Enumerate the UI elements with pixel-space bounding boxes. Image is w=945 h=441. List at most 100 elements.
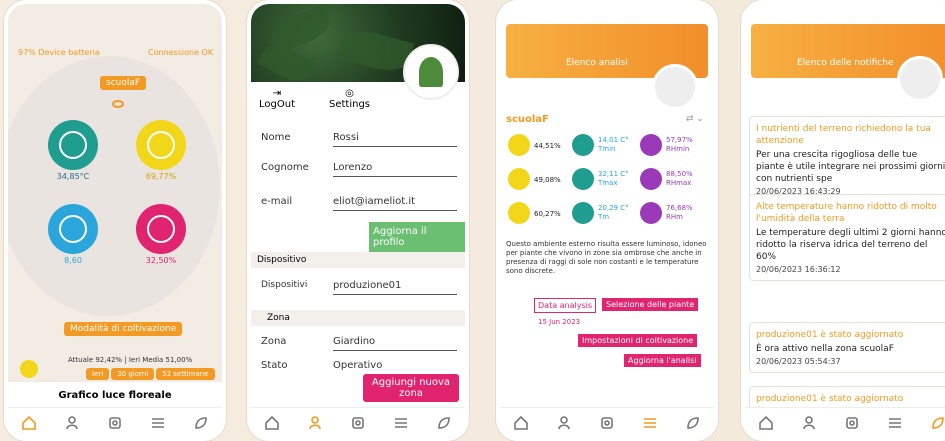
thermometer-icon bbox=[572, 134, 594, 156]
bottom-nav bbox=[745, 407, 945, 437]
thermometer-icon bbox=[59, 131, 87, 159]
menu-icon[interactable] bbox=[641, 414, 659, 432]
analysis-date: 15 Jun 2023 bbox=[538, 318, 581, 326]
leaf-nav-icon[interactable] bbox=[929, 414, 945, 432]
chart-title: Grafico luce floreale bbox=[58, 390, 172, 401]
range-30days[interactable]: 30 giorni bbox=[111, 368, 155, 380]
temperature-sensor[interactable] bbox=[48, 120, 98, 170]
leaf-nav-icon[interactable] bbox=[684, 414, 702, 432]
temp-value: 20,29 C° bbox=[598, 204, 629, 212]
state-label: Stato bbox=[261, 360, 288, 371]
drop-icon bbox=[640, 134, 662, 156]
user-icon[interactable] bbox=[306, 414, 324, 432]
device-select[interactable]: produzione01 bbox=[333, 280, 457, 295]
logout-icon: ⇥ bbox=[272, 88, 282, 99]
light-value: 44,51% bbox=[534, 142, 561, 150]
notification-body: È ora attivo nella zona scuolaF bbox=[756, 344, 894, 354]
light-value: 49,08% bbox=[534, 176, 561, 184]
notification-title: produzione01 è stato aggiornato bbox=[756, 330, 904, 340]
update-analysis-button[interactable]: Aggiorna l'analisi bbox=[624, 354, 701, 367]
zone-row: Zona Giardino bbox=[259, 336, 457, 356]
light-value: 60,27% bbox=[534, 210, 561, 218]
thermometer-icon bbox=[572, 168, 594, 190]
battery-status: 97% Device batteria bbox=[18, 48, 100, 57]
range-52weeks[interactable]: 52 settimane bbox=[156, 368, 215, 380]
menu-icon[interactable] bbox=[392, 414, 410, 432]
user-icon[interactable] bbox=[63, 414, 81, 432]
home-icon[interactable] bbox=[263, 414, 281, 432]
notification-card[interactable]: Alte temperature hanno ridotto di molto … bbox=[749, 194, 945, 281]
range-tabs: Ieri 30 giorni 52 settimane bbox=[86, 368, 215, 380]
analysis-screen: Elenco analisi scuolaF ⇄ ⌄ 44,51% 14,01 … bbox=[496, 0, 718, 441]
plant-avatar bbox=[403, 44, 459, 100]
devices-label: Dispositivi bbox=[261, 280, 308, 290]
data-analysis-button[interactable]: Data analysis bbox=[534, 298, 597, 313]
settings-button[interactable]: ◎ Settings bbox=[329, 88, 370, 110]
analysis-title: Elenco analisi bbox=[566, 58, 628, 68]
state-value: Operativo bbox=[333, 360, 383, 371]
dashboard-ring bbox=[8, 56, 220, 316]
water-sensor[interactable] bbox=[136, 204, 186, 254]
user-icon[interactable] bbox=[555, 414, 573, 432]
rh-label: RHmin bbox=[666, 145, 690, 153]
analysis-description: Questo ambiente esterno risulta essere l… bbox=[506, 240, 707, 275]
drop-icon bbox=[640, 168, 662, 190]
profile-screen: ⇥ LogOut ◎ Settings Nome Rossi Cognome Loren… bbox=[247, 0, 469, 441]
logout-button[interactable]: ⇥ LogOut bbox=[259, 88, 295, 110]
mode-button[interactable]: Modalità di coltivazione bbox=[64, 322, 183, 336]
home-icon[interactable] bbox=[512, 414, 530, 432]
surname-field[interactable]: Lorenzo bbox=[333, 162, 457, 177]
humidity-sensor[interactable] bbox=[136, 120, 186, 170]
light-icon bbox=[508, 202, 530, 224]
notifications-screen: Elenco delle notifiche I nutrienti del t… bbox=[741, 0, 945, 441]
notifications-title: Elenco delle notifiche bbox=[797, 58, 894, 68]
ph-icon bbox=[59, 215, 87, 243]
name-field[interactable]: Rossi bbox=[333, 132, 457, 147]
rh-value: 57,97% bbox=[666, 136, 693, 144]
drop-icon bbox=[147, 215, 175, 243]
device-icon[interactable] bbox=[598, 414, 616, 432]
header-circle bbox=[897, 56, 943, 102]
app-collage: 97% Device batteria Connessione OK scuol… bbox=[0, 0, 945, 441]
notification-card[interactable]: I nutrienti del terreno richiedono la tu… bbox=[749, 116, 945, 203]
menu-icon[interactable] bbox=[149, 414, 167, 432]
rh-label: RHm bbox=[666, 213, 683, 221]
device-icon[interactable] bbox=[349, 414, 367, 432]
plant-selection-button[interactable]: Selezione delle piante bbox=[602, 298, 699, 311]
thermometer-icon bbox=[572, 202, 594, 224]
notification-title: I nutrienti del terreno richiedono la tu… bbox=[756, 124, 931, 146]
user-icon[interactable] bbox=[800, 414, 818, 432]
home-icon[interactable] bbox=[20, 414, 38, 432]
device-icon[interactable] bbox=[843, 414, 861, 432]
surname-label: Cognome bbox=[261, 162, 309, 173]
zone-select[interactable]: Giardino bbox=[333, 336, 457, 351]
notification-body: Per una crescita rigogliosa delle tue pi… bbox=[756, 150, 945, 184]
leaf-nav-icon[interactable] bbox=[192, 414, 210, 432]
email-label: e-mail bbox=[261, 196, 293, 207]
home-icon[interactable] bbox=[757, 414, 775, 432]
notification-date: 20/06/2023 16:36:12 bbox=[756, 265, 841, 274]
cultivation-settings-button[interactable]: Impostazioni di coltivazione bbox=[578, 334, 698, 347]
device-icon[interactable] bbox=[106, 414, 124, 432]
gear-icon: ◎ bbox=[345, 88, 354, 99]
temperature-value: 34,85°C bbox=[56, 172, 90, 181]
leaf-nav-icon[interactable] bbox=[435, 414, 453, 432]
ph-value: 8,60 bbox=[64, 256, 82, 265]
bottom-nav bbox=[500, 407, 714, 437]
bottom-nav bbox=[251, 407, 465, 437]
notification-date: 20/06/2023 05:54:37 bbox=[756, 357, 841, 366]
temp-value: 14,01 C° bbox=[598, 136, 629, 144]
notification-card[interactable]: produzione01 è stato aggiornato È ora at… bbox=[749, 322, 945, 373]
email-field[interactable]: eliot@iameliot.it bbox=[333, 196, 457, 211]
range-yesterday[interactable]: Ieri bbox=[86, 368, 110, 380]
rh-label: RHmax bbox=[666, 179, 692, 187]
zone-section: Zona bbox=[251, 310, 465, 326]
eye-icon[interactable] bbox=[112, 100, 124, 108]
add-zone-button[interactable]: Aggiungi nuova zona bbox=[363, 374, 459, 402]
zone-badge[interactable]: scuolaF bbox=[100, 76, 147, 90]
update-profile-button[interactable]: Aggiorna il profilo bbox=[369, 222, 465, 252]
sun-icon[interactable] bbox=[20, 360, 38, 378]
share-icon[interactable]: ⇄ ⌄ bbox=[686, 114, 704, 124]
ph-sensor[interactable] bbox=[48, 204, 98, 254]
menu-icon[interactable] bbox=[886, 414, 904, 432]
